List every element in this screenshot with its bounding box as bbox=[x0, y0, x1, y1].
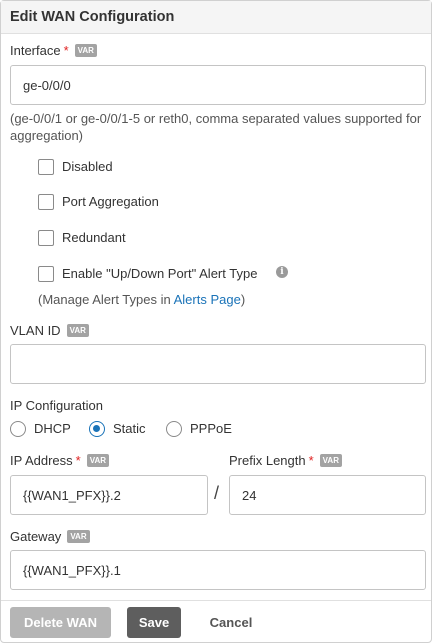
ip-configuration-label: IP Configuration bbox=[10, 398, 103, 413]
dialog-title: Edit WAN Configuration bbox=[10, 9, 175, 25]
manage-alerts-text: (Manage Alert Types in Alerts Page) bbox=[38, 292, 245, 307]
required-marker: * bbox=[63, 43, 69, 58]
edit-wan-dialog: Edit WAN Configuration Interface*VAR (ge… bbox=[0, 0, 432, 643]
prefix-length-label: Prefix Length bbox=[229, 453, 306, 468]
vlan-label: VLAN ID bbox=[10, 323, 61, 338]
manage-alerts-suffix: ) bbox=[240, 292, 246, 307]
interface-help-text: (ge-0/0/1 or ge-0/0/1-5 or reth0, comma … bbox=[10, 111, 422, 143]
radio-pppoe[interactable]: PPPoE bbox=[166, 421, 236, 439]
ip-address-label-row: IP Address * VAR bbox=[10, 453, 109, 468]
checkbox-alert-type[interactable]: Enable "Up/Down Port" Alert Type bbox=[38, 266, 298, 284]
radio-dhcp-circle[interactable] bbox=[10, 421, 26, 437]
var-badge[interactable]: VAR bbox=[74, 44, 97, 57]
dialog-header: Edit WAN Configuration bbox=[1, 1, 431, 34]
radio-pppoe-circle[interactable] bbox=[166, 421, 182, 437]
footer-divider bbox=[1, 600, 431, 601]
manage-alerts-prefix: (Manage Alert Types in bbox=[38, 292, 174, 307]
gateway-label: Gateway bbox=[10, 529, 62, 544]
radio-dhcp[interactable]: DHCP bbox=[10, 421, 80, 439]
prefix-length-label-row: Prefix Length * VAR bbox=[229, 453, 342, 468]
checkbox-alert-type-box[interactable] bbox=[38, 266, 54, 282]
radio-pppoe-label: PPPoE bbox=[190, 421, 232, 436]
checkbox-disabled-label: Disabled bbox=[62, 159, 113, 174]
save-button[interactable]: Save bbox=[127, 607, 181, 638]
checkbox-disabled-box[interactable] bbox=[38, 159, 54, 175]
checkbox-redundant[interactable]: Redundant bbox=[38, 230, 238, 248]
ip-prefix-separator: / bbox=[214, 483, 220, 503]
var-badge[interactable]: VAR bbox=[67, 530, 90, 543]
interface-label-row: Interface * VAR bbox=[10, 43, 97, 58]
var-badge[interactable]: VAR bbox=[86, 454, 109, 467]
required-marker: * bbox=[308, 453, 314, 468]
gateway-label-row: Gateway VAR bbox=[10, 529, 90, 544]
alerts-page-link[interactable]: Alerts Page bbox=[174, 292, 241, 307]
checkbox-redundant-box[interactable] bbox=[38, 230, 54, 246]
var-badge[interactable]: VAR bbox=[319, 454, 342, 467]
checkbox-port-aggregation-box[interactable] bbox=[38, 194, 54, 210]
vlan-label-row: VLAN ID VAR bbox=[10, 323, 89, 338]
radio-static-label: Static bbox=[113, 421, 146, 436]
checkbox-disabled[interactable]: Disabled bbox=[38, 159, 238, 177]
checkbox-alert-type-label: Enable "Up/Down Port" Alert Type bbox=[62, 266, 258, 281]
vlan-id-input[interactable] bbox=[10, 344, 426, 384]
radio-static[interactable]: Static bbox=[89, 421, 159, 439]
checkbox-port-aggregation-label: Port Aggregation bbox=[62, 194, 159, 209]
prefix-length-input[interactable] bbox=[229, 475, 426, 515]
checkbox-port-aggregation[interactable]: Port Aggregation bbox=[38, 194, 238, 212]
delete-wan-button[interactable]: Delete WAN bbox=[10, 607, 111, 638]
interface-input[interactable] bbox=[10, 65, 426, 105]
ip-address-label: IP Address bbox=[10, 453, 73, 468]
radio-static-circle[interactable] bbox=[89, 421, 105, 437]
radio-dhcp-label: DHCP bbox=[34, 421, 71, 436]
info-circle-icon[interactable]: i bbox=[276, 266, 288, 278]
ip-address-input[interactable] bbox=[10, 475, 208, 515]
required-marker: * bbox=[75, 453, 81, 468]
cancel-button[interactable]: Cancel bbox=[196, 607, 266, 638]
interface-label: Interface bbox=[10, 43, 61, 58]
var-badge[interactable]: VAR bbox=[66, 324, 89, 337]
gateway-input[interactable] bbox=[10, 550, 426, 590]
checkbox-redundant-label: Redundant bbox=[62, 230, 126, 245]
